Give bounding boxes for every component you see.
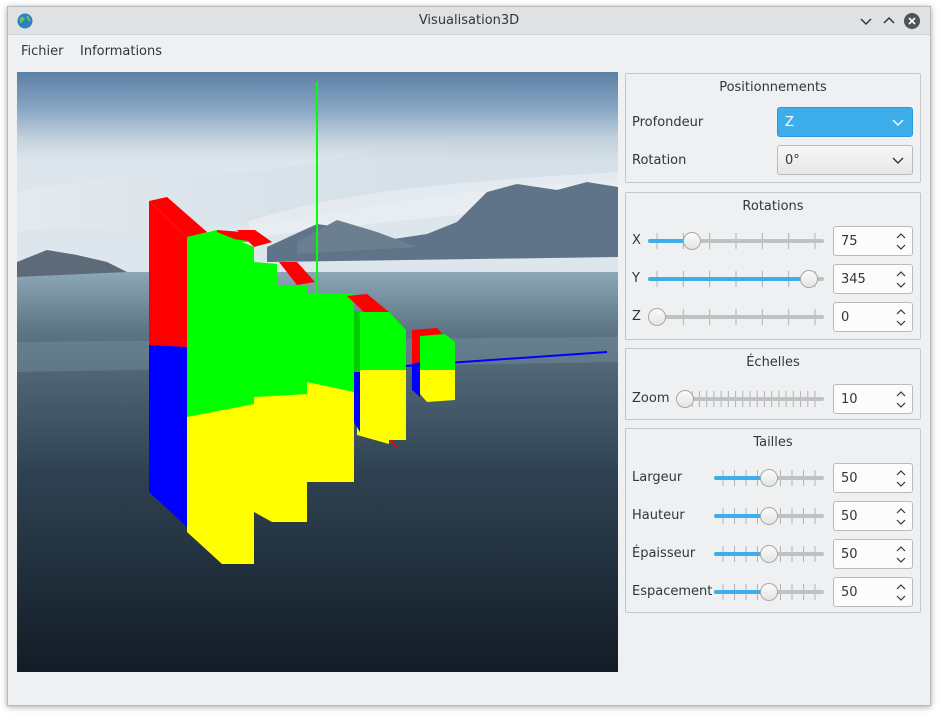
rotation-label: Rotation [632,153,687,168]
chevron-down-icon [892,119,904,126]
slider-track [648,315,824,319]
group-tailles: Tailles Largeur 50 Hauteur 50 Épaisseur … [625,428,921,613]
rotation-x-slider[interactable] [648,231,824,251]
zoom-slider[interactable] [676,389,824,409]
largeur-slider[interactable] [714,468,824,488]
epaisseur-value: 50 [841,547,858,562]
hauteur-spinbox[interactable]: 50 [833,501,913,531]
bar-front-lower [357,370,406,444]
largeur-spinbox[interactable]: 50 [833,463,913,493]
epaisseur-slider[interactable] [714,544,824,564]
menu-informations[interactable]: Informations [80,44,162,59]
slider-handle[interactable] [676,390,694,408]
rotation-z-slider[interactable] [648,307,824,327]
rotation-z-label: Z [632,309,641,324]
chevron-down-icon[interactable] [895,517,907,527]
profondeur-label: Profondeur [632,115,704,130]
rotation-z-spinbox[interactable]: 0 [833,302,913,332]
hauteur-value: 50 [841,509,858,524]
window-title: Visualisation3D [418,13,520,28]
rotation-value: 0° [785,153,800,168]
chevron-down-icon[interactable] [895,280,907,290]
rotation-x-spinbox[interactable]: 75 [833,226,913,256]
slider-handle[interactable] [682,232,701,250]
chevron-down-icon[interactable] [895,555,907,565]
chevron-up-icon[interactable] [895,468,907,478]
group-title: Tailles [753,435,793,450]
group-echelles: Échelles Zoom 10 [625,348,921,420]
epaisseur-spinbox[interactable]: 50 [833,539,913,569]
bar-side [354,372,360,432]
slider-handle[interactable] [648,308,666,326]
rotation-select[interactable]: 0° [777,145,913,175]
group-positionnements: Positionnements Profondeur Z Rotation 0° [625,73,921,183]
chevron-up-icon[interactable] [895,269,907,279]
rotation-z-value: 0 [841,310,850,325]
chevron-up-icon[interactable] [895,231,907,241]
hauteur-label: Hauteur [632,508,685,523]
rotation-x-value: 75 [841,234,858,249]
slider-handle[interactable] [760,545,778,563]
3d-scene[interactable] [17,72,618,672]
3d-viewport[interactable] [17,72,618,672]
slider-handle[interactable] [799,270,818,288]
chevron-up-icon[interactable] [895,506,907,516]
chevron-up-icon[interactable] [895,307,907,317]
profondeur-select[interactable]: Z [777,107,913,137]
rotation-y-label: Y [632,271,640,286]
maximize-button[interactable] [881,13,897,29]
espacement-slider[interactable] [714,582,824,602]
espacement-label: Espacement [632,584,713,599]
bar-side [354,312,360,372]
rotation-y-spinbox[interactable]: 345 [833,264,913,294]
chevron-down-icon[interactable] [895,242,907,252]
chevron-up-icon[interactable] [895,544,907,554]
profondeur-value: Z [785,115,794,130]
chevron-up-icon[interactable] [895,389,907,399]
bar-front [420,334,455,370]
espacement-value: 50 [841,585,858,600]
largeur-label: Largeur [632,470,683,485]
espacement-spinbox[interactable]: 50 [833,577,913,607]
slider-handle[interactable] [760,469,778,487]
zoom-value: 10 [841,392,858,407]
chevron-down-icon [892,157,904,164]
hauteur-slider[interactable] [714,506,824,526]
zoom-label: Zoom [632,391,670,406]
rotation-y-slider[interactable] [648,269,824,289]
group-title: Rotations [742,199,804,214]
slider-handle[interactable] [760,583,778,601]
menu-bar: Fichier Informations [8,36,930,66]
largeur-value: 50 [841,471,858,486]
zoom-spinbox[interactable]: 10 [833,384,913,414]
slider-track [676,397,824,401]
slider-fill [648,277,809,281]
slider-handle[interactable] [760,507,778,525]
chevron-down-icon[interactable] [895,318,907,328]
chevron-up-icon[interactable] [895,582,907,592]
menu-fichier[interactable]: Fichier [21,44,64,59]
rotation-x-label: X [632,233,641,248]
chevron-down-icon[interactable] [895,479,907,489]
close-button[interactable] [904,13,920,29]
epaisseur-label: Épaisseur [632,546,696,561]
chevron-down-icon[interactable] [895,400,907,410]
chevron-down-icon[interactable] [895,593,907,603]
main-window: Visualisation3D Fichier Informations Pos… [7,6,931,706]
rotation-y-value: 345 [841,272,866,287]
group-rotations: Rotations X 75 Y 345 Z 0 [625,192,921,340]
title-bar: Visualisation3D [8,7,930,35]
bar-front-lower [420,370,455,402]
group-title: Positionnements [719,80,827,95]
minimize-button[interactable] [858,13,874,29]
group-title: Échelles [746,355,800,370]
